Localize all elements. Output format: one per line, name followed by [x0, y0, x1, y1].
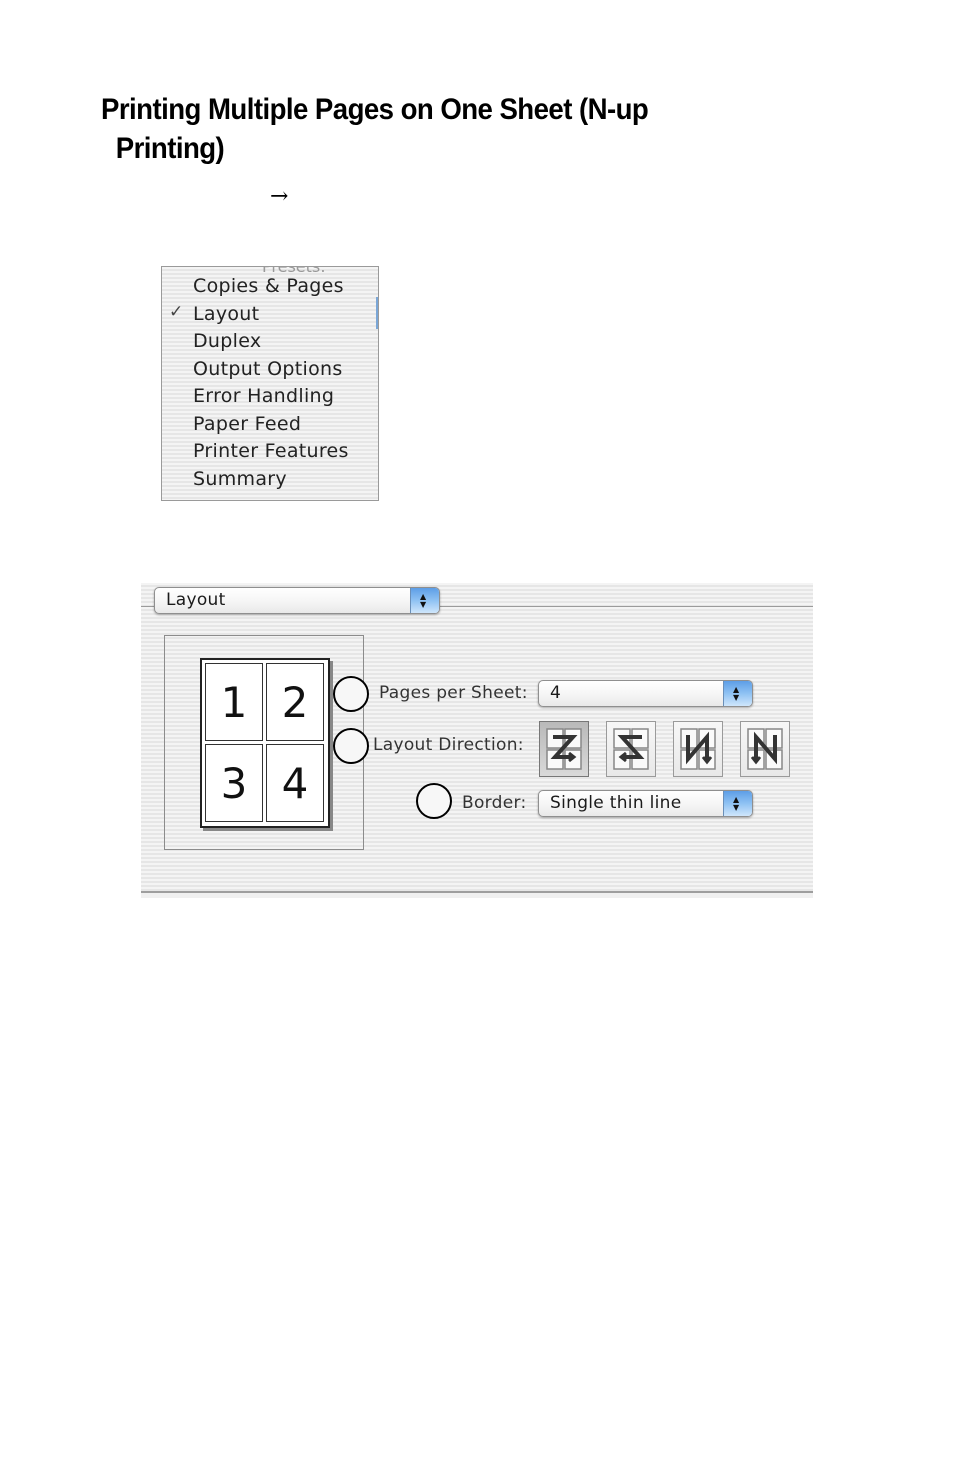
direction-reverse-n-button[interactable]	[740, 721, 790, 777]
callout-circle-1	[333, 676, 369, 712]
direction-n-icon	[680, 728, 716, 770]
popup-stepper-icon: ▲ ▼	[723, 681, 752, 706]
border-dropdown[interactable]: Single thin line ▲ ▼	[538, 790, 753, 817]
preview-page-3: 3	[205, 744, 263, 822]
heading-line-2: Printing)	[115, 132, 225, 165]
direction-reverse-n-icon	[747, 728, 783, 770]
panel-select-dropdown[interactable]: Layout ▲ ▼	[154, 587, 440, 614]
border-value: Single thin line	[550, 793, 682, 813]
border-label: Border:	[462, 793, 527, 813]
preview-page-1: 1	[205, 663, 263, 741]
popup-stepper-icon: ▲ ▼	[723, 791, 752, 816]
menu-item-printer-features[interactable]: Printer Features	[193, 440, 349, 462]
checkmark-icon: ✓	[169, 302, 184, 322]
layout-direction-label: Layout Direction:	[373, 735, 524, 755]
pages-per-sheet-label: Pages per Sheet:	[379, 683, 528, 703]
menu-item-copies-pages[interactable]: Copies & Pages	[193, 275, 344, 297]
preview-page-2: 2	[266, 663, 324, 741]
menu-item-summary[interactable]: Summary	[193, 468, 287, 490]
menu-item-error-handling[interactable]: Error Handling	[193, 385, 334, 407]
menu-highlight-edge	[376, 297, 378, 329]
direction-z-icon	[546, 728, 582, 770]
preview-page-4: 4	[266, 744, 324, 822]
menu-item-layout[interactable]: Layout	[193, 303, 259, 325]
layout-panel: Layout ▲ ▼ 1 2 3 4 Pages per Sheet: 4 ▲ …	[141, 583, 813, 898]
pages-per-sheet-value: 4	[550, 683, 562, 703]
callout-circle-3	[416, 783, 452, 819]
menu-item-paper-feed[interactable]: Paper Feed	[193, 413, 301, 435]
menu-path-arrow: →	[270, 184, 289, 209]
heading-line-1: Printing Multiple Pages on One Sheet (N-…	[101, 93, 649, 126]
print-options-popup-menu: Presets: ✓ Copies & Pages Layout Duplex …	[161, 266, 379, 501]
menu-item-duplex[interactable]: Duplex	[193, 330, 261, 352]
callout-circle-2	[333, 728, 369, 764]
pages-per-sheet-dropdown[interactable]: 4 ▲ ▼	[538, 680, 753, 707]
direction-n-button[interactable]	[673, 721, 723, 777]
layout-preview-sheet: 1 2 3 4	[200, 658, 330, 828]
direction-z-button[interactable]	[539, 721, 589, 777]
direction-reverse-z-button[interactable]	[606, 721, 656, 777]
menu-item-output-options[interactable]: Output Options	[193, 358, 343, 380]
section-heading: Printing Multiple Pages on One Sheet (N-…	[101, 90, 745, 168]
panel-select-value: Layout	[166, 590, 226, 610]
popup-stepper-icon: ▲ ▼	[410, 588, 439, 613]
direction-reverse-z-icon	[613, 728, 649, 770]
